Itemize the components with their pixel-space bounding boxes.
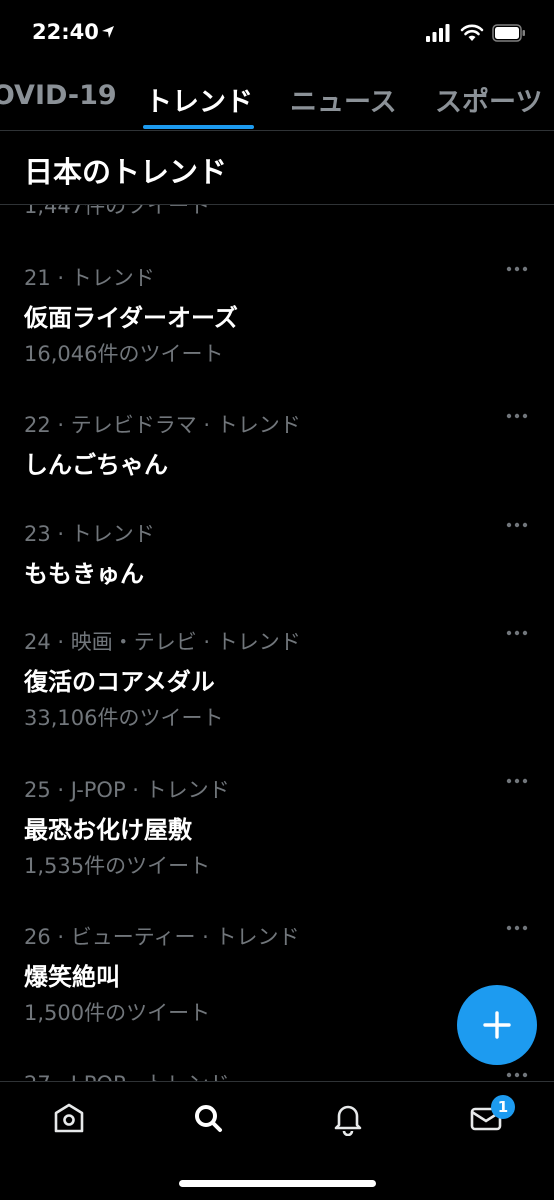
partial-trend-count: 1,447件のツイート: [24, 205, 211, 218]
more-options-icon[interactable]: [506, 629, 528, 637]
section-title: 日本のトレンド: [24, 155, 228, 189]
bell-icon[interactable]: [330, 1100, 366, 1136]
trend-tweet-count: 1,500件のツイート: [24, 1001, 211, 1025]
home-icon[interactable]: [51, 1100, 87, 1136]
more-options-icon[interactable]: [506, 1071, 528, 1079]
more-options-icon[interactable]: [506, 521, 528, 529]
trend-name: 仮面ライダーオーズ: [24, 304, 238, 332]
section-header: 日本のトレンド: [0, 131, 554, 205]
more-options-icon[interactable]: [506, 412, 528, 420]
plus-icon: [483, 1011, 511, 1039]
compose-tweet-button[interactable]: [457, 985, 537, 1065]
status-icons: [426, 22, 526, 46]
wifi-icon: [460, 24, 484, 41]
tab-sports[interactable]: スポーツ: [435, 80, 542, 119]
status-bar: 22:40: [0, 0, 554, 66]
tab-news[interactable]: ニュース: [290, 80, 397, 119]
messages-badge: 1: [491, 1095, 515, 1119]
more-options-icon[interactable]: [506, 265, 528, 273]
more-options-icon[interactable]: [506, 777, 528, 785]
search-icon[interactable]: [190, 1100, 226, 1136]
status-time: 22:40: [32, 20, 99, 44]
cellular-signal-icon: [426, 24, 450, 42]
trend-tweet-count: 1,535件のツイート: [24, 854, 211, 878]
trend-meta: 27 · J-POP · トレンド: [24, 1068, 230, 1081]
more-options-icon[interactable]: [506, 924, 528, 932]
trend-meta: 23 · トレンド: [24, 522, 155, 546]
battery-icon: [492, 24, 525, 42]
trend-meta: 22 · テレビドラマ · トレンド: [24, 413, 301, 437]
tab-trends[interactable]: トレンド: [145, 80, 253, 119]
active-tab-indicator: [143, 125, 254, 129]
trend-item[interactable]: 24 · 映画・テレビ · トレンド 復活のコアメダル 33,106件のツイート: [0, 626, 554, 766]
trend-meta: 25 · J-POP · トレンド: [24, 778, 230, 802]
home-indicator: [179, 1180, 376, 1187]
trend-name: 最恐お化け屋敷: [24, 816, 192, 844]
trend-item[interactable]: 27 · J-POP · トレンド: [0, 1068, 554, 1081]
trend-meta: 26 · ビューティー · トレンド: [24, 925, 300, 949]
trend-name: 爆笑絶叫: [24, 963, 120, 991]
trend-tweet-count: 16,046件のツイート: [24, 342, 224, 366]
location-arrow-icon: [102, 26, 114, 38]
trend-name: しんごちゃん: [24, 451, 168, 479]
trend-meta: 24 · 映画・テレビ · トレンド: [24, 630, 301, 654]
trend-name: 復活のコアメダル: [24, 668, 215, 696]
trend-name: ももきゅん: [24, 560, 144, 588]
tab-covid-19[interactable]: COVID-19: [0, 80, 117, 111]
explore-tabs: COVID-19 トレンド ニュース スポーツ: [0, 70, 554, 131]
trend-item[interactable]: 21 · トレンド 仮面ライダーオーズ 16,046件のツイート: [0, 262, 554, 402]
trend-tweet-count: 33,106件のツイート: [24, 706, 224, 730]
trend-list[interactable]: 1,447件のツイート 21 · トレンド 仮面ライダーオーズ 16,046件の…: [0, 205, 554, 1081]
trend-item[interactable]: 25 · J-POP · トレンド 最恐お化け屋敷 1,535件のツイート: [0, 774, 554, 914]
trend-meta: 21 · トレンド: [24, 266, 155, 290]
